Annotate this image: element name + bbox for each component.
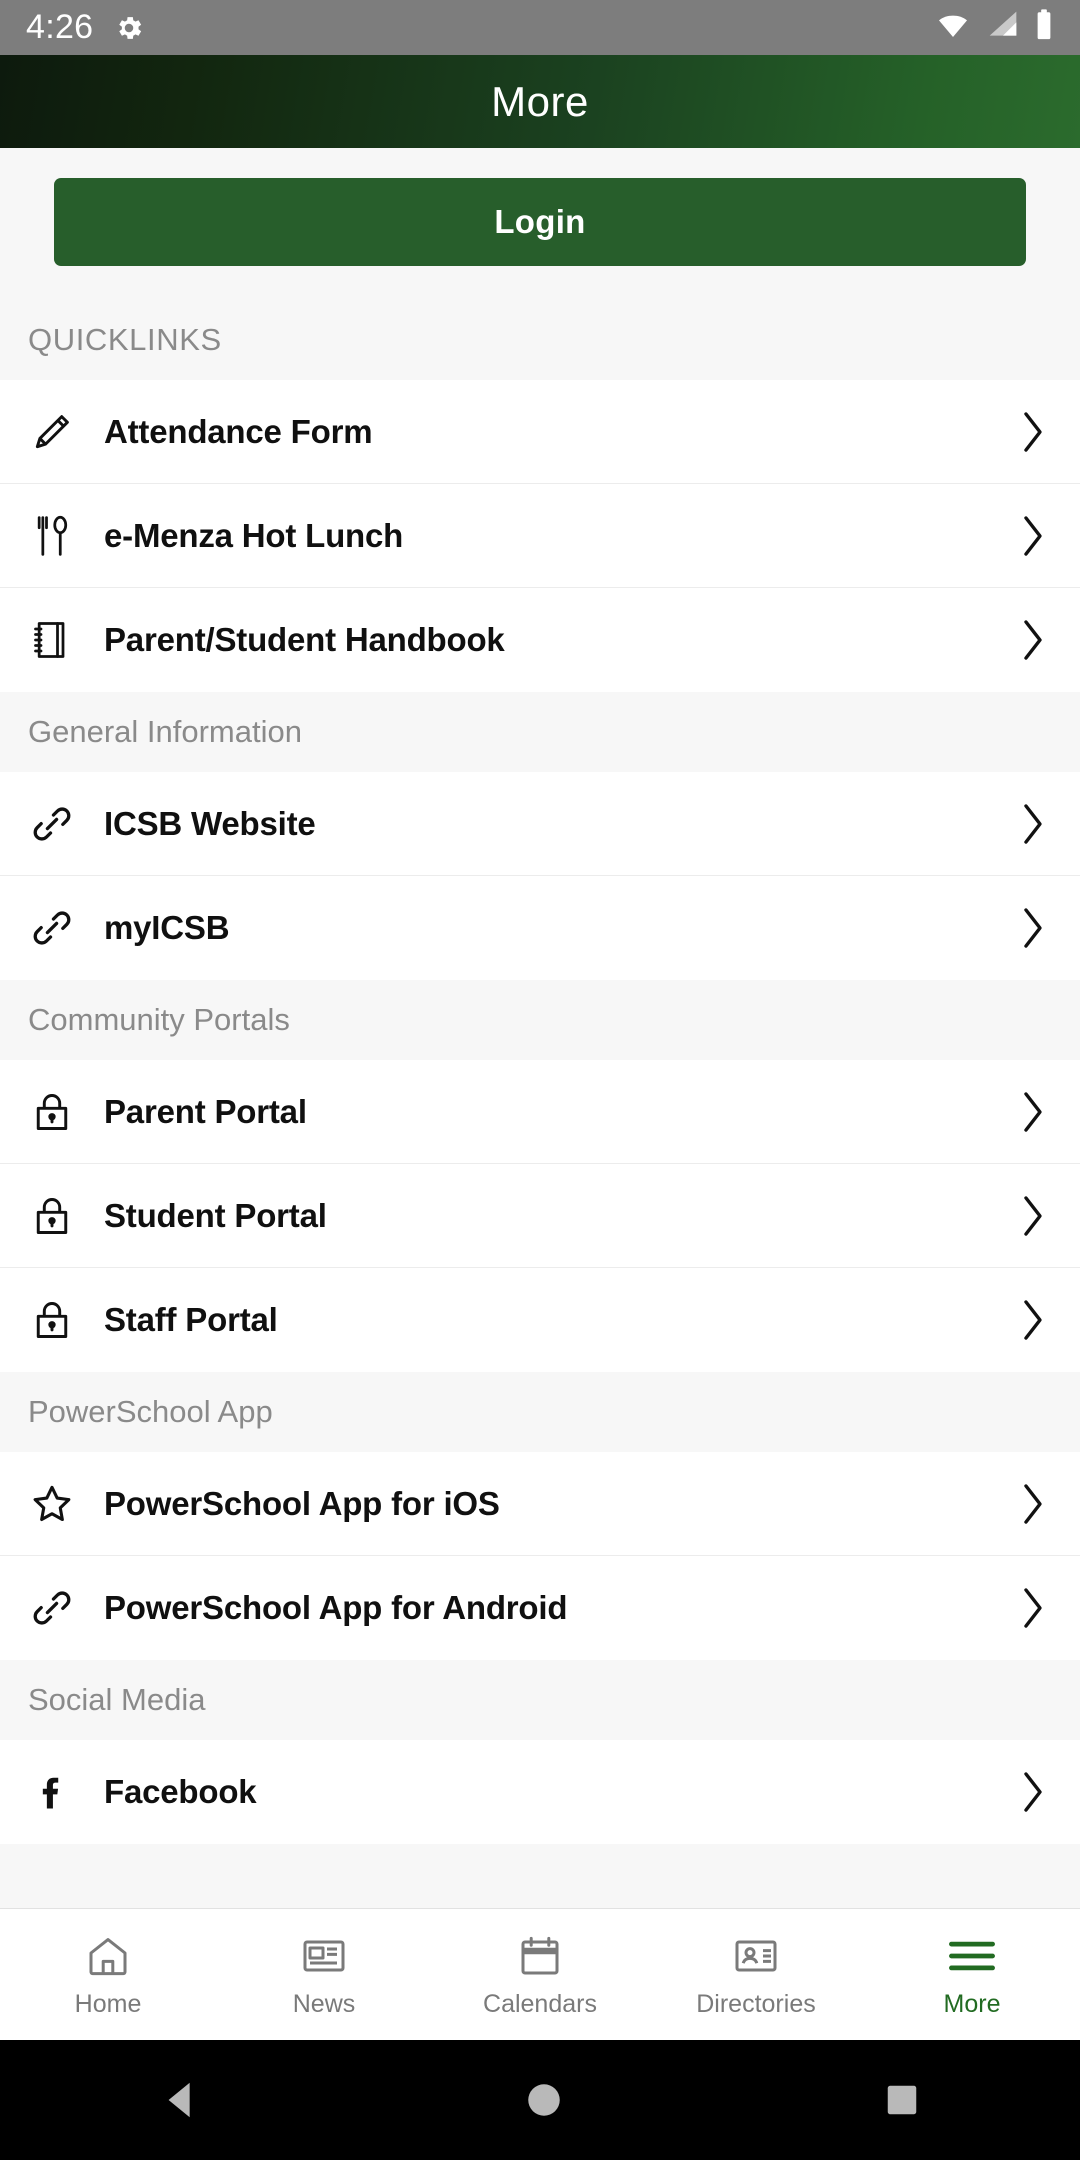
link-icon bbox=[26, 798, 78, 850]
app-screen: 4:26 More Login QUICKLINKS Attendance Fo… bbox=[0, 0, 1080, 2160]
chevron-right-icon bbox=[1016, 512, 1050, 560]
list-item-facebook[interactable]: Facebook bbox=[0, 1740, 1080, 1844]
list-item-label: Parent/Student Handbook bbox=[104, 621, 505, 658]
contact-card-icon bbox=[732, 1931, 780, 1981]
list-item-e-menza-hot-lunch[interactable]: e-Menza Hot Lunch bbox=[0, 484, 1080, 588]
chevron-right-icon bbox=[1016, 1192, 1050, 1240]
page-title: More bbox=[491, 77, 589, 125]
status-bar: 4:26 bbox=[0, 0, 1080, 55]
chevron-right-icon bbox=[1016, 1768, 1050, 1816]
section-rows-community-portals: Parent Portal Student Portal Staff Porta… bbox=[0, 1060, 1080, 1372]
link-icon bbox=[26, 1582, 78, 1634]
status-bar-clock: 4:26 bbox=[26, 8, 94, 46]
section-header-social-media: Social Media bbox=[0, 1660, 1080, 1740]
bottom-navigation-bar: Home News Calendars Directories More bbox=[0, 1908, 1080, 2040]
section-header-community-portals: Community Portals bbox=[0, 980, 1080, 1060]
chevron-right-icon bbox=[1016, 904, 1050, 952]
list-item-label: Attendance Form bbox=[104, 412, 373, 450]
list-item-label: Student Portal bbox=[104, 1196, 327, 1234]
list-item-label: myICSB bbox=[104, 909, 230, 946]
chevron-right-icon bbox=[1016, 1088, 1050, 1136]
nav-tab-label: More bbox=[943, 1989, 1001, 2018]
list-item-label: Parent Portal bbox=[104, 1092, 307, 1130]
login-button[interactable]: Login bbox=[54, 178, 1026, 266]
lock-icon bbox=[26, 1294, 78, 1346]
chevron-right-icon bbox=[1016, 1296, 1050, 1344]
nav-tab-label: Calendars bbox=[483, 1989, 597, 2018]
lock-icon bbox=[26, 1086, 78, 1138]
list-item-parent-portal[interactable]: Parent Portal bbox=[0, 1060, 1080, 1164]
gear-icon bbox=[113, 12, 145, 44]
chevron-right-icon bbox=[1016, 1584, 1050, 1632]
section-header-general-information: General Information bbox=[0, 692, 1080, 772]
link-icon bbox=[26, 902, 78, 954]
back-triangle-icon[interactable] bbox=[159, 2077, 205, 2123]
app-bar: More bbox=[0, 55, 1080, 148]
nav-tab-home[interactable]: Home bbox=[0, 1909, 216, 2041]
facebook-icon bbox=[26, 1766, 78, 1818]
list-item-powerschool-app-for-android[interactable]: PowerSchool App for Android bbox=[0, 1556, 1080, 1660]
recents-square-icon[interactable] bbox=[883, 2081, 921, 2119]
chevron-right-icon bbox=[1016, 616, 1050, 664]
chevron-right-icon bbox=[1016, 800, 1050, 848]
system-navigation-bar bbox=[0, 2040, 1080, 2160]
nav-tab-news[interactable]: News bbox=[216, 1909, 432, 2041]
wifi-icon bbox=[934, 9, 972, 46]
section-rows-social-media: Facebook bbox=[0, 1740, 1080, 1844]
section-rows-general-information: ICSB Website myICSB bbox=[0, 772, 1080, 980]
list-item-label: Facebook bbox=[104, 1773, 257, 1810]
cellular-signal-icon bbox=[986, 9, 1020, 46]
calendar-icon bbox=[516, 1931, 564, 1981]
star-icon bbox=[26, 1478, 78, 1530]
section-header-quicklinks: QUICKLINKS bbox=[0, 300, 1080, 380]
section-rows-powerschool-app: PowerSchool App for iOS PowerSchool App … bbox=[0, 1452, 1080, 1660]
lock-icon bbox=[26, 1190, 78, 1242]
chevron-right-icon bbox=[1016, 1480, 1050, 1528]
list-item-icsb-website[interactable]: ICSB Website bbox=[0, 772, 1080, 876]
fork-spoon-icon bbox=[26, 510, 78, 562]
home-icon bbox=[84, 1931, 132, 1981]
nav-tab-calendars[interactable]: Calendars bbox=[432, 1909, 648, 2041]
hamburger-icon bbox=[946, 1931, 998, 1981]
list-item-parent-student-handbook[interactable]: Parent/Student Handbook bbox=[0, 588, 1080, 692]
pencil-icon bbox=[26, 406, 78, 458]
notebook-icon bbox=[26, 614, 78, 666]
list-item-myicsb[interactable]: myICSB bbox=[0, 876, 1080, 980]
battery-icon bbox=[1034, 8, 1054, 47]
section-rows-quicklinks: Attendance Form e-Menza Hot Lunch Parent… bbox=[0, 380, 1080, 692]
status-bar-indicators bbox=[934, 8, 1054, 47]
list-item-label: PowerSchool App for Android bbox=[104, 1589, 568, 1626]
scroll-content[interactable]: Login QUICKLINKS Attendance Form e-Menza… bbox=[0, 148, 1080, 1908]
list-item-label: Staff Portal bbox=[104, 1301, 278, 1338]
list-item-attendance-form[interactable]: Attendance Form bbox=[0, 380, 1080, 484]
list-item-label: PowerSchool App for iOS bbox=[104, 1484, 500, 1522]
nav-tab-label: Directories bbox=[696, 1989, 816, 2018]
list-item-staff-portal[interactable]: Staff Portal bbox=[0, 1268, 1080, 1372]
list-item-label: ICSB Website bbox=[104, 804, 316, 842]
list-item-student-portal[interactable]: Student Portal bbox=[0, 1164, 1080, 1268]
chevron-right-icon bbox=[1016, 408, 1050, 456]
list-item-label: e-Menza Hot Lunch bbox=[104, 516, 404, 554]
section-header-powerschool-app: PowerSchool App bbox=[0, 1372, 1080, 1452]
list-item-powerschool-app-for-ios[interactable]: PowerSchool App for iOS bbox=[0, 1452, 1080, 1556]
login-section: Login bbox=[0, 148, 1080, 300]
nav-tab-more[interactable]: More bbox=[864, 1909, 1080, 2041]
nav-tab-directories[interactable]: Directories bbox=[648, 1909, 864, 2041]
nav-tab-label: Home bbox=[74, 1989, 142, 2018]
nav-tab-label: News bbox=[292, 1989, 356, 2018]
home-circle-icon[interactable] bbox=[523, 2079, 565, 2121]
newspaper-icon bbox=[300, 1931, 348, 1981]
